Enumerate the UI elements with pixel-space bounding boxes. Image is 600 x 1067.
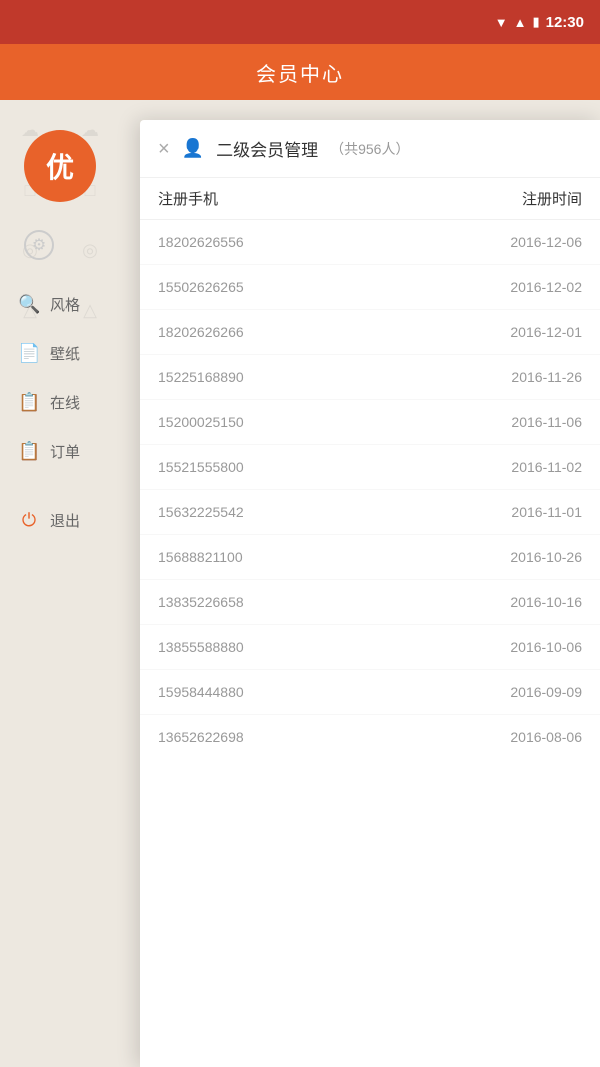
cell-phone: 13855588880	[158, 639, 370, 655]
cell-phone: 13835226658	[158, 594, 370, 610]
table-row[interactable]: 155215558002016-11-02	[140, 445, 600, 490]
table-row[interactable]: 136526226982016-08-06	[140, 715, 600, 759]
page-title: 会员中心	[256, 58, 344, 87]
table-row[interactable]: 156322255422016-11-01	[140, 490, 600, 535]
table-row[interactable]: 182026262662016-12-01	[140, 310, 600, 355]
battery-icon: ▮	[532, 14, 539, 30]
signal-icon: ▲	[514, 15, 527, 30]
logout-icon: ⏻	[18, 510, 40, 531]
cell-date: 2016-11-02	[370, 459, 582, 475]
modal-panel: × 👤 二级会员管理 （共956人） 注册手机 注册时间 18202626556…	[140, 120, 600, 1067]
sidebar-item-style[interactable]: 🔍 风格	[0, 280, 130, 329]
cell-date: 2016-10-26	[370, 549, 582, 565]
table-body: 182026265562016-12-06155026262652016-12-…	[140, 220, 600, 759]
search-icon: 🔍	[18, 294, 40, 315]
table-row[interactable]: 182026265562016-12-06	[140, 220, 600, 265]
sidebar-item-logout[interactable]: ⏻ 退出	[0, 496, 130, 545]
close-button[interactable]: ×	[158, 139, 170, 159]
cell-phone: 13652622698	[158, 729, 370, 745]
sidebar: 优 ⚙ 🔍 风格 📄 壁纸 📋 在线 📋 订单 ⏻ 退出	[0, 100, 140, 1067]
table-row[interactable]: 138555888802016-10-06	[140, 625, 600, 670]
cell-date: 2016-09-09	[370, 684, 582, 700]
sidebar-item-label: 壁纸	[50, 343, 80, 364]
sidebar-item-online[interactable]: 📋 在线	[0, 378, 130, 427]
cell-phone: 15225168890	[158, 369, 370, 385]
cell-date: 2016-08-06	[370, 729, 582, 745]
cell-phone: 15958444880	[158, 684, 370, 700]
online-icon: 📋	[18, 392, 40, 413]
cell-phone: 15200025150	[158, 414, 370, 430]
cell-phone: 18202626556	[158, 234, 370, 250]
orders-icon: 📋	[18, 441, 40, 462]
table-row[interactable]: 155026262652016-12-02	[140, 265, 600, 310]
cell-date: 2016-11-01	[370, 504, 582, 520]
cell-date: 2016-11-06	[370, 414, 582, 430]
settings-circle: ⚙	[24, 230, 54, 260]
modal-title: 二级会员管理	[216, 136, 318, 161]
cell-phone: 18202626266	[158, 324, 370, 340]
table-row[interactable]: 156888211002016-10-26	[140, 535, 600, 580]
cell-date: 2016-12-06	[370, 234, 582, 250]
modal-header: × 👤 二级会员管理 （共956人）	[140, 120, 600, 178]
cell-phone: 15688821100	[158, 549, 370, 565]
cell-date: 2016-12-01	[370, 324, 582, 340]
cell-phone: 15521555800	[158, 459, 370, 475]
status-bar: ▼ ▲ ▮ 12:30	[0, 0, 600, 44]
status-time: 12:30	[546, 14, 584, 31]
table-row[interactable]: 152000251502016-11-06	[140, 400, 600, 445]
modal-subtitle: （共956人）	[330, 139, 409, 159]
table-row[interactable]: 152251688902016-11-26	[140, 355, 600, 400]
sidebar-item-label: 退出	[50, 510, 80, 531]
sidebar-item-label: 风格	[50, 294, 80, 315]
sidebar-item-wallpaper[interactable]: 📄 壁纸	[0, 329, 130, 378]
cell-phone: 15502626265	[158, 279, 370, 295]
cell-date: 2016-10-16	[370, 594, 582, 610]
user-icon: 👤	[182, 138, 204, 159]
cell-date: 2016-10-06	[370, 639, 582, 655]
cell-date: 2016-11-26	[370, 369, 582, 385]
table-header: 注册手机 注册时间	[140, 178, 600, 220]
wallpaper-icon: 📄	[18, 343, 40, 364]
cell-phone: 15632225542	[158, 504, 370, 520]
sidebar-item-label: 订单	[50, 441, 80, 462]
sidebar-item-label: 在线	[50, 392, 80, 413]
members-table[interactable]: 注册手机 注册时间 182026265562016-12-06155026262…	[140, 178, 600, 1067]
app-header: 会员中心	[0, 44, 600, 100]
wifi-icon: ▼	[495, 15, 508, 30]
table-row[interactable]: 138352266582016-10-16	[140, 580, 600, 625]
main-area: ☁ ☁ ☁ ☁ ☁ ☁ ☁ ☁ ☁ ☁ □ □ □ □ □ □ □ □ □ □ …	[0, 100, 600, 1067]
avatar: 优	[24, 130, 96, 202]
sidebar-item-orders[interactable]: 📋 订单	[0, 427, 130, 476]
col-date-header: 注册时间	[370, 188, 582, 209]
table-row[interactable]: 159584448802016-09-09	[140, 670, 600, 715]
status-icons: ▼ ▲ ▮ 12:30	[495, 14, 584, 31]
cell-date: 2016-12-02	[370, 279, 582, 295]
col-phone-header: 注册手机	[158, 188, 370, 209]
